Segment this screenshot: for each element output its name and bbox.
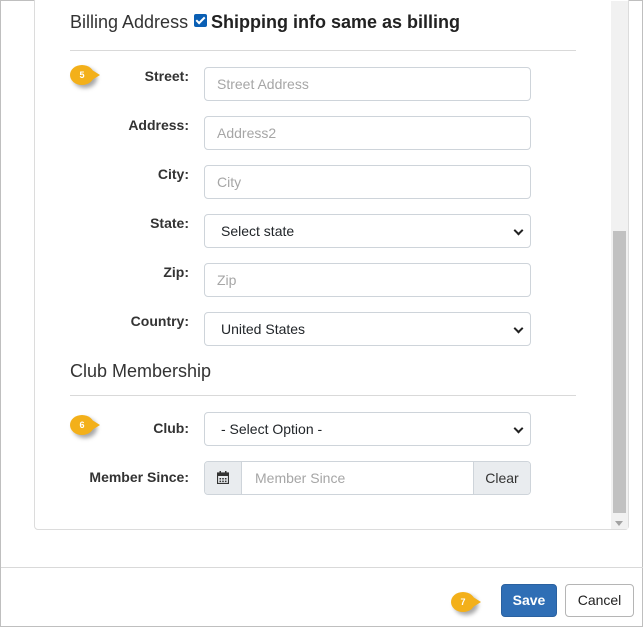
club-select-value: - Select Option - [221, 421, 323, 437]
save-button[interactable]: Save [501, 584, 557, 617]
cancel-button[interactable]: Cancel [565, 584, 634, 617]
billing-divider [70, 50, 576, 51]
address2-input[interactable] [204, 116, 531, 150]
city-label: City: [157, 166, 189, 182]
same-as-billing-checkbox[interactable] [194, 14, 207, 27]
club-label: Club: [153, 420, 189, 436]
club-section-title: Club Membership [70, 361, 212, 381]
country-label: Country: [130, 313, 189, 329]
scrollbar[interactable] [611, 1, 628, 529]
billing-section-title: Billing Address [70, 12, 189, 32]
dialog-frame: Billing Address Shipping info same as bi… [0, 0, 643, 627]
city-input[interactable] [204, 165, 531, 199]
clear-date-button[interactable]: Clear [473, 462, 530, 494]
same-as-billing-label[interactable]: Shipping info same as billing [211, 12, 460, 33]
calendar-icon [217, 471, 229, 484]
zip-input[interactable] [204, 263, 531, 297]
street-label: Street: [144, 68, 189, 84]
chevron-down-icon [513, 423, 524, 434]
street-input[interactable] [204, 67, 531, 101]
member-since-label: Member Since: [89, 469, 189, 485]
country-select-value: United States [221, 321, 306, 337]
address2-label: Address: [128, 117, 189, 133]
footer-divider [1, 567, 643, 568]
member-since-group: Clear [204, 461, 531, 495]
country-select[interactable]: United States [204, 312, 531, 346]
calendar-button[interactable] [205, 462, 242, 494]
state-label: State: [150, 215, 189, 231]
step-marker-7: 7 [451, 592, 481, 612]
chevron-down-icon [513, 225, 524, 236]
club-select[interactable]: - Select Option - [204, 412, 531, 446]
club-divider [70, 395, 576, 396]
state-select[interactable]: Select state [204, 214, 531, 248]
state-select-value: Select state [221, 223, 295, 239]
scroll-down-icon[interactable] [615, 521, 623, 526]
scrollbar-thumb[interactable] [613, 231, 626, 513]
zip-label: Zip: [163, 264, 189, 280]
chevron-down-icon [513, 323, 524, 334]
member-since-input[interactable] [243, 462, 475, 494]
